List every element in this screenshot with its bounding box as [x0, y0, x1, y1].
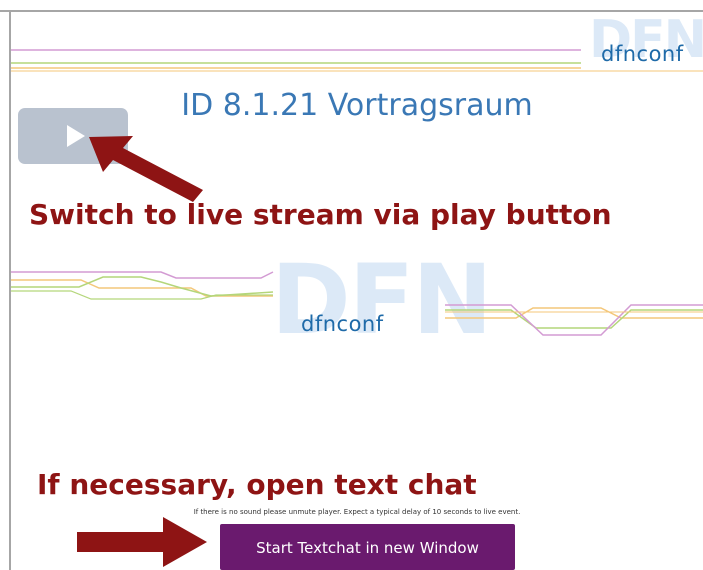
- arrow-to-play-button: [89, 136, 203, 202]
- play-hint-text: Switch to live stream via play button: [29, 198, 612, 231]
- chat-hint-text: If necessary, open text chat: [37, 468, 477, 501]
- sound-notice: If there is no sound please unmute playe…: [193, 508, 521, 516]
- arrow-to-chat-button: [77, 517, 207, 567]
- start-textchat-button[interactable]: Start Textchat in new Window: [220, 524, 515, 570]
- stream-page: DFN dfnconf ID 8.1.21 Vortragsraum DFN d…: [11, 12, 703, 570]
